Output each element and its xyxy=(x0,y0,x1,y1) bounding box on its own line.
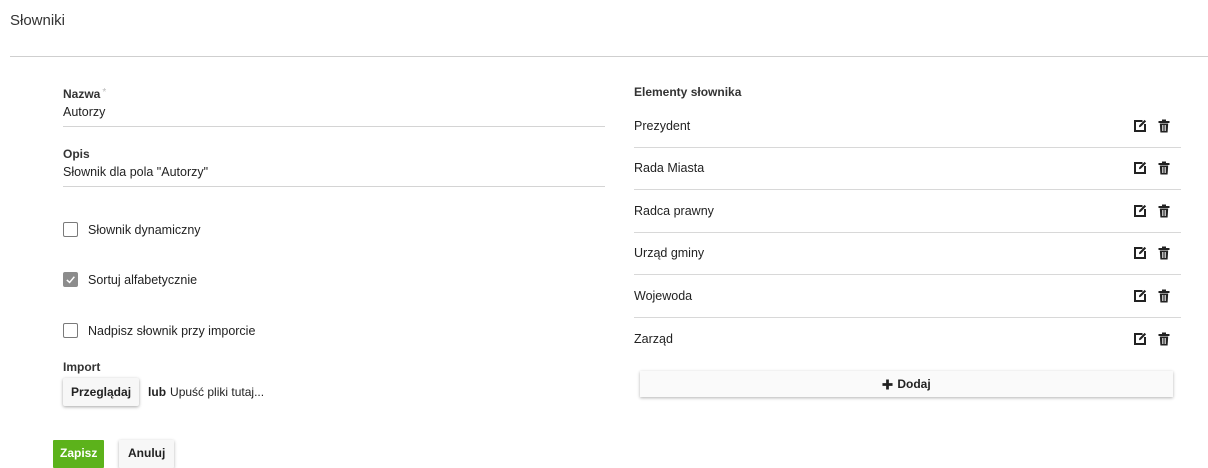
required-mark: * xyxy=(102,87,107,98)
dictionary-elements-list: Prezydent Rada Miasta Radca prawny Urząd… xyxy=(634,105,1181,360)
sort-alphabetically-checkbox[interactable] xyxy=(63,272,78,287)
add-element-button[interactable]: Dodaj xyxy=(640,371,1173,397)
trash-icon[interactable] xyxy=(1157,289,1171,303)
trash-icon[interactable] xyxy=(1157,204,1171,218)
sort-alphabetically-label: Sortuj alfabetycznie xyxy=(88,272,198,287)
name-field[interactable]: Nazwa * Autorzy xyxy=(63,87,605,127)
trash-icon[interactable] xyxy=(1157,246,1171,260)
dynamic-dictionary-checkbox[interactable] xyxy=(63,222,78,237)
item-actions xyxy=(1133,161,1171,175)
list-item-label: Radca prawny xyxy=(634,203,714,218)
overwrite-on-import-checkbox-row[interactable]: Nadpisz słownik przy imporcie xyxy=(63,323,255,338)
list-item: Zarząd xyxy=(634,318,1181,361)
item-actions xyxy=(1133,204,1171,218)
plus-icon xyxy=(882,378,893,390)
name-input[interactable]: Autorzy xyxy=(63,101,605,127)
or-text: lub xyxy=(148,385,167,399)
list-item: Urząd gminy xyxy=(634,233,1181,275)
drop-files-text: Upuść pliki tutaj... xyxy=(170,385,265,399)
dynamic-dictionary-label: Słownik dynamiczny xyxy=(88,222,201,237)
overwrite-on-import-checkbox[interactable] xyxy=(63,323,78,338)
item-actions xyxy=(1133,119,1171,133)
browse-button[interactable]: Przeglądaj xyxy=(63,378,140,406)
list-item: Radca prawny xyxy=(634,190,1181,233)
page-title: Słowniki xyxy=(10,12,66,29)
list-item: Wojewoda xyxy=(634,275,1181,318)
dynamic-dictionary-checkbox-row[interactable]: Słownik dynamiczny xyxy=(63,222,201,237)
item-actions xyxy=(1133,332,1171,346)
save-button[interactable]: Zapisz xyxy=(53,440,105,468)
description-label: Opis xyxy=(63,147,90,161)
edit-icon[interactable] xyxy=(1133,204,1147,218)
import-label: Import xyxy=(63,360,101,374)
edit-icon[interactable] xyxy=(1133,289,1147,303)
edit-icon[interactable] xyxy=(1133,161,1147,175)
trash-icon[interactable] xyxy=(1157,161,1171,175)
import-dropzone[interactable]: Przeglądaj lub Upuść pliki tutaj... xyxy=(63,378,264,406)
sort-alphabetically-checkbox-row[interactable]: Sortuj alfabetycznie xyxy=(63,272,197,287)
description-input[interactable]: Słownik dla pola "Autorzy" xyxy=(63,161,605,187)
checkmark-icon xyxy=(66,276,75,284)
add-element-label: Dodaj xyxy=(897,377,931,391)
edit-icon[interactable] xyxy=(1133,246,1147,260)
name-label-text: Nazwa xyxy=(63,87,101,101)
name-label: Nazwa * xyxy=(63,87,605,101)
list-item: Rada Miasta xyxy=(634,148,1181,190)
edit-icon[interactable] xyxy=(1133,332,1147,346)
item-actions xyxy=(1133,246,1171,260)
overwrite-on-import-label: Nadpisz słownik przy imporcie xyxy=(88,323,256,338)
cancel-button[interactable]: Anuluj xyxy=(119,440,175,468)
item-actions xyxy=(1133,289,1171,303)
trash-icon[interactable] xyxy=(1157,119,1171,133)
list-item-label: Prezydent xyxy=(634,118,691,133)
header-divider xyxy=(10,56,1208,57)
list-item-label: Zarząd xyxy=(634,331,673,346)
list-item-label: Urząd gminy xyxy=(634,246,705,261)
list-item: Prezydent xyxy=(634,105,1181,148)
dictionary-elements-title: Elementy słownika xyxy=(634,85,742,99)
trash-icon[interactable] xyxy=(1157,332,1171,346)
description-field[interactable]: Opis Słownik dla pola "Autorzy" xyxy=(63,147,605,187)
list-item-label: Rada Miasta xyxy=(634,161,705,176)
edit-icon[interactable] xyxy=(1133,119,1147,133)
list-item-label: Wojewoda xyxy=(634,288,693,303)
